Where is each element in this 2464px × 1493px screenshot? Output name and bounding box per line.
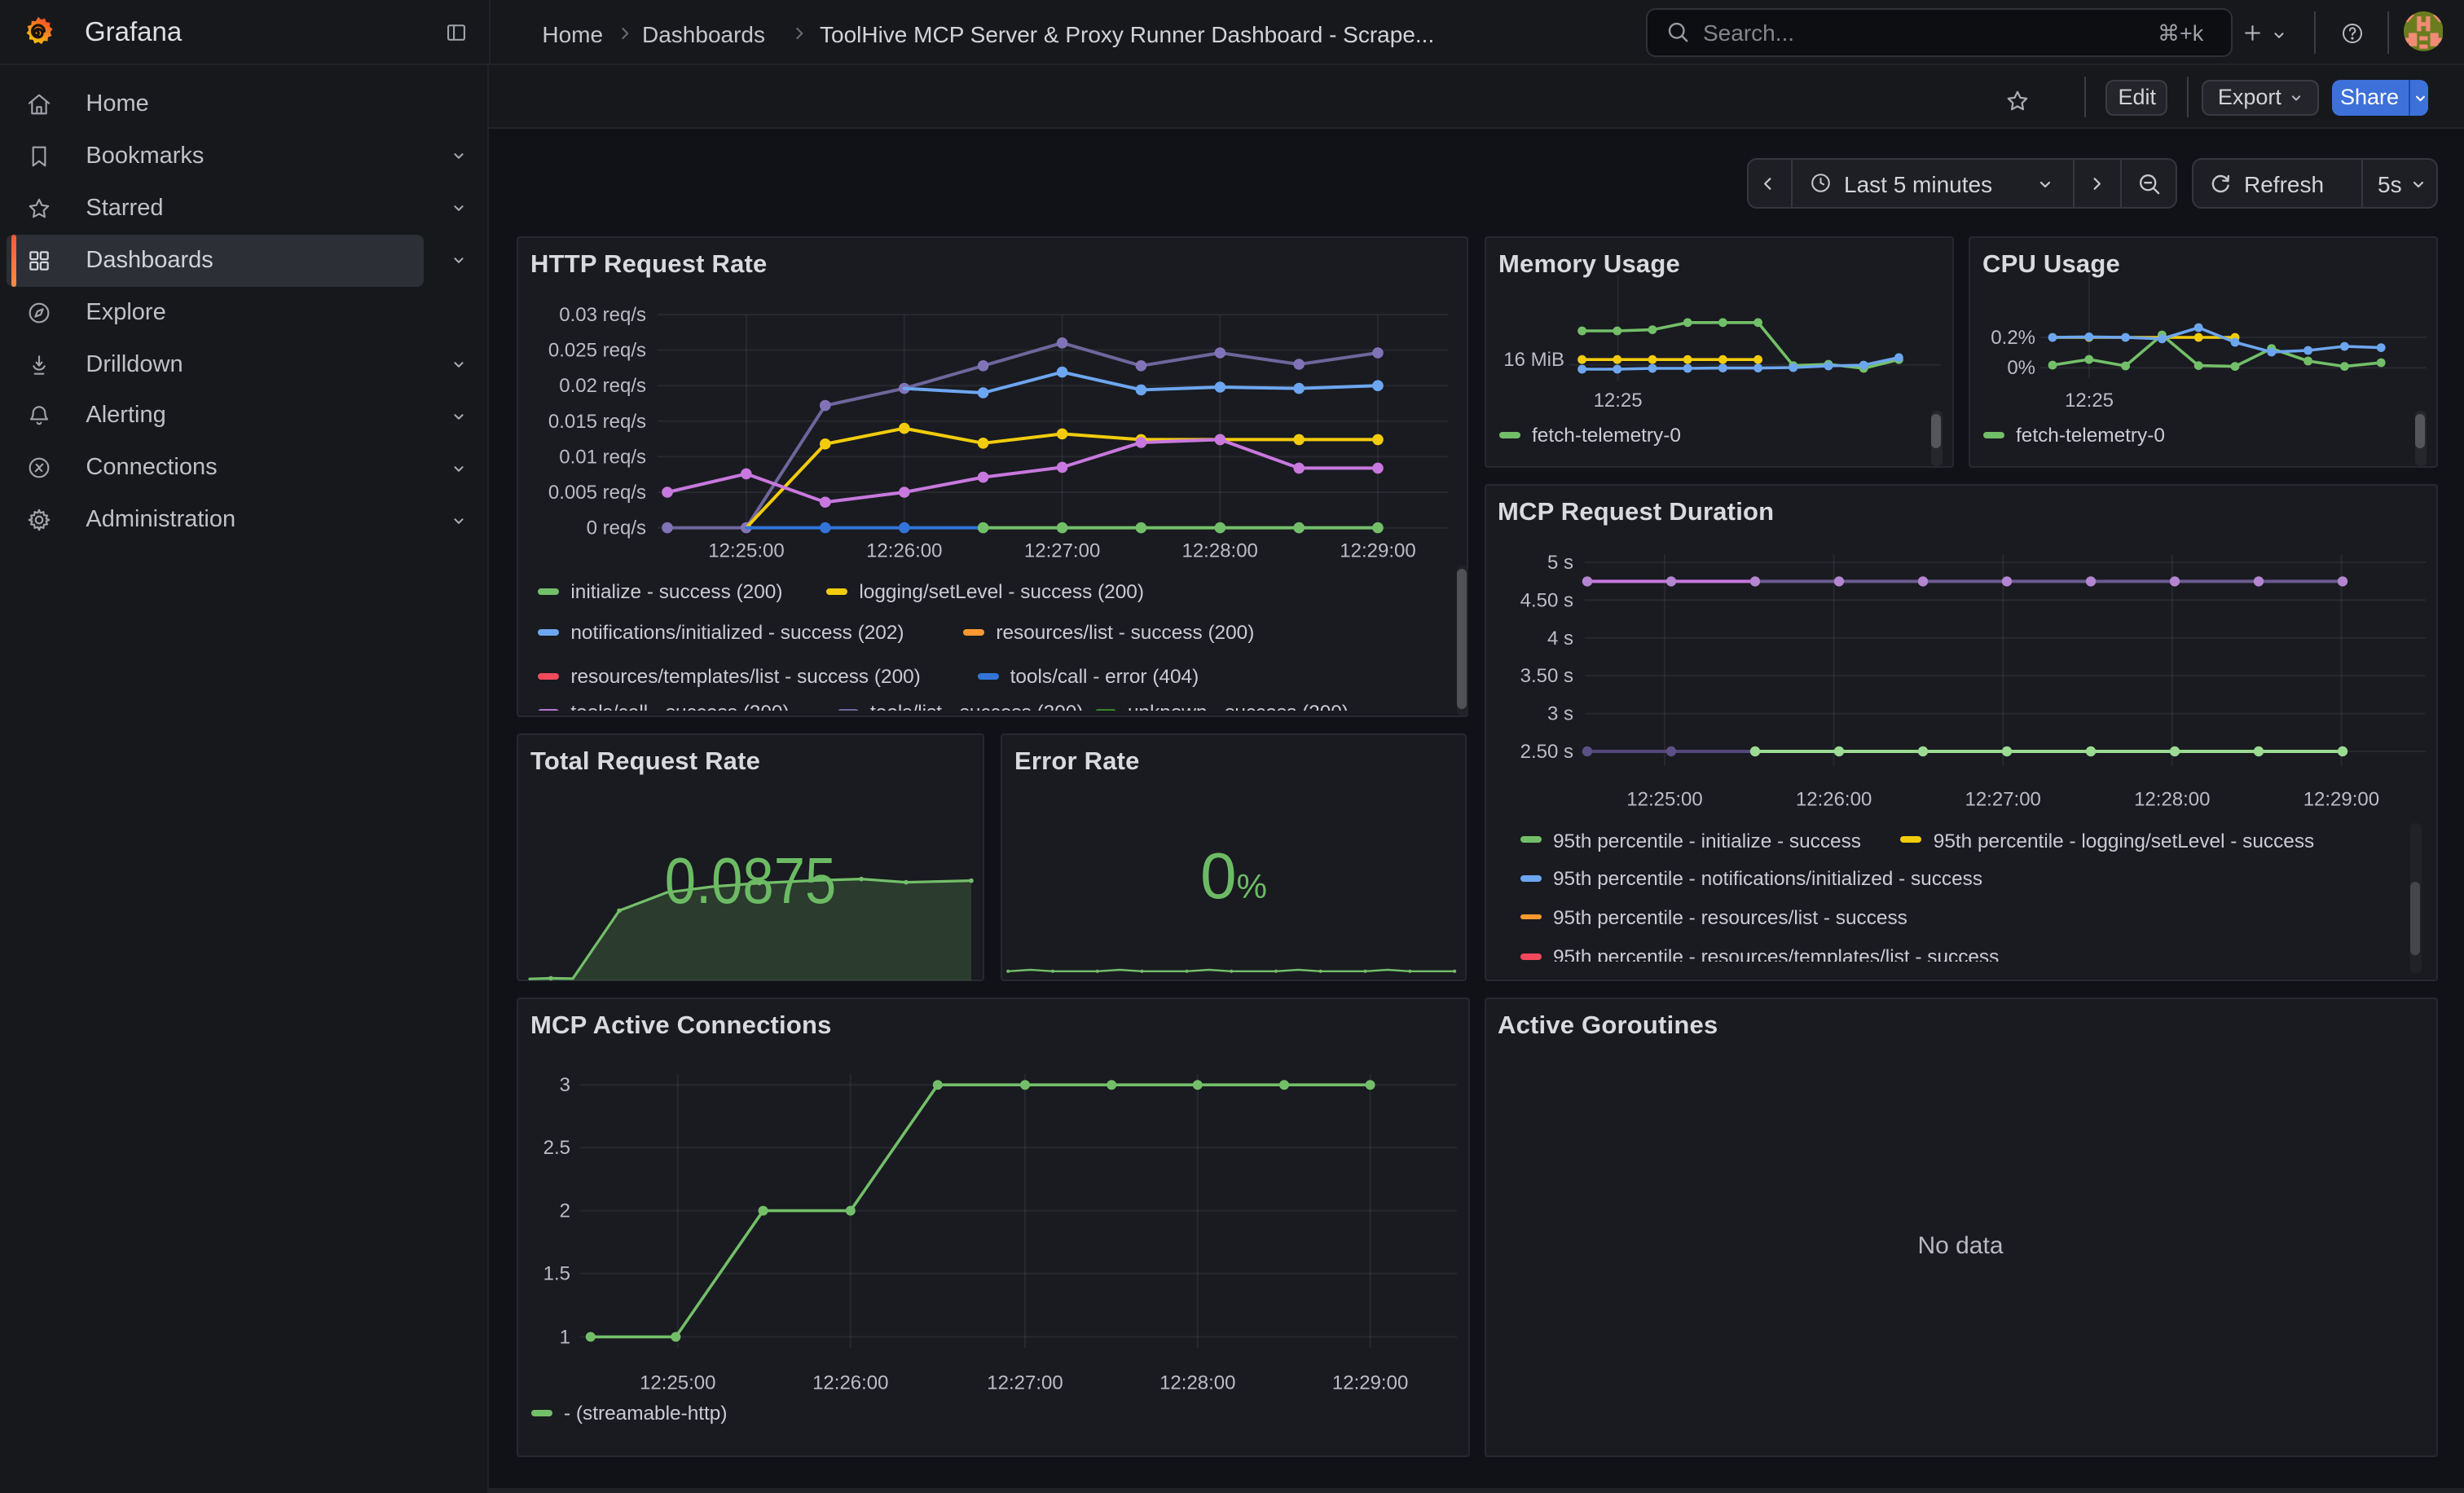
- svg-text:2.50 s: 2.50 s: [1520, 741, 1573, 763]
- svg-text:12:25:00: 12:25:00: [640, 1372, 715, 1394]
- svg-text:0.02 req/s: 0.02 req/s: [559, 375, 646, 397]
- svg-text:12:25: 12:25: [1594, 390, 1643, 412]
- svg-text:0.015 req/s: 0.015 req/s: [548, 411, 646, 433]
- svg-text:0.01 req/s: 0.01 req/s: [559, 446, 646, 468]
- svg-text:12:29:00: 12:29:00: [2303, 789, 2378, 811]
- svg-text:4 s: 4 s: [1547, 628, 1573, 650]
- svg-text:12:25: 12:25: [2065, 390, 2114, 412]
- svg-text:2.5: 2.5: [543, 1137, 570, 1159]
- svg-text:0.005 req/s: 0.005 req/s: [548, 482, 646, 504]
- svg-text:12:27:00: 12:27:00: [987, 1372, 1063, 1394]
- svg-text:16 MiB: 16 MiB: [1503, 349, 1564, 371]
- svg-text:12:27:00: 12:27:00: [1024, 540, 1100, 562]
- svg-text:0.03 req/s: 0.03 req/s: [559, 304, 646, 326]
- svg-text:1.5: 1.5: [543, 1263, 570, 1285]
- svg-text:4.50 s: 4.50 s: [1520, 589, 1573, 611]
- svg-text:3 s: 3 s: [1547, 703, 1573, 725]
- svg-text:12:26:00: 12:26:00: [812, 1372, 888, 1394]
- svg-text:0.2%: 0.2%: [1991, 327, 2035, 349]
- svg-text:12:27:00: 12:27:00: [1964, 789, 2039, 811]
- svg-text:0.025 req/s: 0.025 req/s: [548, 340, 646, 362]
- svg-text:0 req/s: 0 req/s: [587, 517, 646, 540]
- svg-text:1: 1: [560, 1326, 570, 1348]
- svg-text:12:25:00: 12:25:00: [708, 540, 784, 562]
- svg-text:2: 2: [560, 1200, 570, 1222]
- svg-text:12:26:00: 12:26:00: [866, 540, 942, 562]
- svg-text:12:26:00: 12:26:00: [1795, 789, 1871, 811]
- svg-text:12:25:00: 12:25:00: [1626, 789, 1701, 811]
- svg-text:0%: 0%: [2007, 357, 2035, 379]
- svg-text:12:28:00: 12:28:00: [1181, 540, 1257, 562]
- svg-text:3: 3: [560, 1074, 570, 1096]
- svg-text:12:28:00: 12:28:00: [1159, 1372, 1235, 1394]
- svg-text:12:29:00: 12:29:00: [1340, 540, 1415, 562]
- svg-text:12:28:00: 12:28:00: [2133, 789, 2209, 811]
- svg-text:3.50 s: 3.50 s: [1520, 665, 1573, 687]
- svg-text:12:29:00: 12:29:00: [1332, 1372, 1408, 1394]
- svg-text:5 s: 5 s: [1547, 552, 1573, 574]
